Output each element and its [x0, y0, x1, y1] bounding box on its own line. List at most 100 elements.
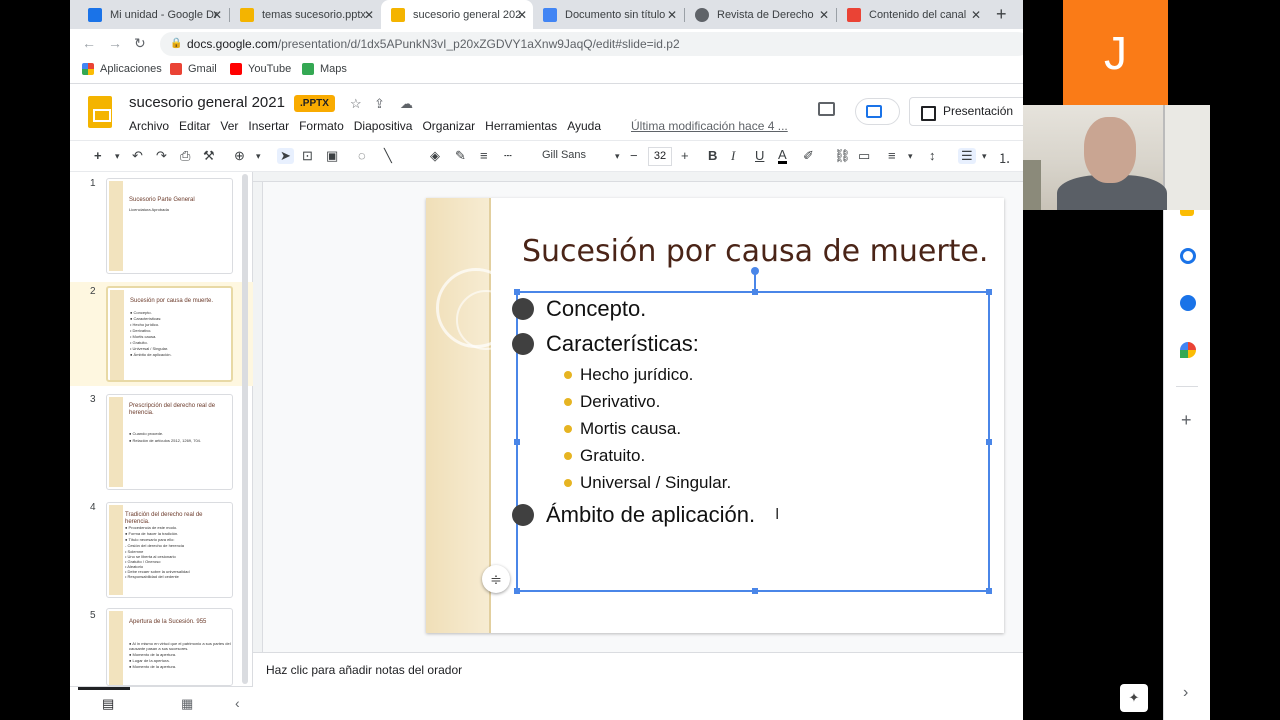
font-size-input[interactable]: 32: [648, 147, 672, 166]
fill-color-icon[interactable]: ◈: [430, 148, 440, 164]
vertical-ruler[interactable]: [253, 182, 263, 652]
bulleted-list-icon[interactable]: ☰: [958, 148, 976, 164]
comment-icon[interactable]: [818, 102, 835, 116]
chevron-down-icon[interactable]: ▾: [615, 151, 620, 162]
bullet-level2[interactable]: Mortis causa.: [564, 419, 681, 439]
close-icon[interactable]: ✕: [667, 8, 677, 22]
select-icon[interactable]: ➤: [277, 148, 294, 164]
bullet-level2[interactable]: Universal / Singular.: [564, 473, 731, 493]
thumbnail-slide-5[interactable]: Apertura de la Sucesión. 955 ● Al in mis…: [106, 608, 233, 686]
shape-icon[interactable]: ◌: [358, 148, 366, 163]
menu-ver[interactable]: Ver: [220, 119, 238, 133]
resize-handle[interactable]: [514, 289, 520, 295]
tab-temas-sucesorio[interactable]: temas sucesorio.pptx ✕: [230, 0, 380, 29]
text-color-icon[interactable]: A: [778, 148, 787, 164]
horizontal-ruler[interactable]: [253, 172, 1023, 182]
add-comment-icon[interactable]: ▭: [858, 148, 870, 164]
menu-herramientas[interactable]: Herramientas: [485, 119, 557, 133]
close-icon[interactable]: ✕: [517, 8, 527, 22]
new-tab-button[interactable]: +: [996, 4, 1007, 25]
bullet-level2[interactable]: Gratuito.: [564, 446, 645, 466]
resize-handle[interactable]: [514, 439, 520, 445]
new-slide-icon[interactable]: +: [94, 148, 102, 163]
rotate-handle[interactable]: [751, 267, 759, 275]
expand-panel-icon[interactable]: ›: [1183, 684, 1188, 702]
close-icon[interactable]: ✕: [364, 8, 374, 22]
resize-handle[interactable]: [986, 588, 992, 594]
line-icon[interactable]: ╲: [384, 148, 392, 164]
border-weight-icon[interactable]: ≡: [480, 148, 488, 163]
bookmark-youtube[interactable]: YouTube: [230, 63, 291, 75]
maps-icon[interactable]: [1180, 342, 1196, 358]
bullet-level1[interactable]: Ámbito de aplicación.: [512, 502, 755, 528]
font-family-select[interactable]: Gill Sans: [542, 149, 586, 161]
numbered-list-icon[interactable]: ⒈: [998, 148, 1011, 167]
chevron-down-icon[interactable]: ▾: [115, 151, 120, 162]
align-icon[interactable]: ≡: [888, 148, 896, 163]
slides-logo-icon[interactable]: [88, 96, 112, 128]
bookmark-gmail[interactable]: Gmail: [170, 63, 217, 75]
chevron-down-icon[interactable]: ▾: [982, 151, 987, 162]
resize-handle[interactable]: [752, 289, 758, 295]
current-slide[interactable]: Sucesión por causa de muerte. Concepto. …: [426, 198, 1004, 633]
italic-icon[interactable]: I: [731, 148, 735, 164]
add-addon-icon[interactable]: +: [1181, 410, 1192, 431]
print-icon[interactable]: ⎙: [180, 148, 190, 164]
border-dash-icon[interactable]: ┄: [504, 148, 512, 164]
menu-organizar[interactable]: Organizar: [422, 119, 475, 133]
zoom-icon[interactable]: ⊕: [234, 148, 245, 164]
bullet-level2[interactable]: Hecho jurídico.: [564, 365, 693, 385]
chevron-down-icon[interactable]: ▾: [908, 151, 913, 162]
forward-icon[interactable]: →: [108, 35, 122, 51]
resize-handle[interactable]: [986, 439, 992, 445]
bookmark-maps[interactable]: Maps: [302, 63, 347, 75]
image-icon[interactable]: ▣: [326, 148, 338, 164]
thumbnail-slide-2[interactable]: Sucesión por causa de muerte. ● Concepto…: [106, 286, 233, 382]
autofit-options-icon[interactable]: ≑: [482, 565, 510, 593]
paint-format-icon[interactable]: ⚒: [203, 148, 215, 164]
menu-archivo[interactable]: Archivo: [129, 119, 169, 133]
collapse-panel-icon[interactable]: ‹: [235, 695, 240, 711]
thumbnail-slide-4[interactable]: Tradición del derecho real de herencia. …: [106, 502, 233, 598]
text-box-icon[interactable]: ⊡: [302, 148, 313, 164]
resize-handle[interactable]: [752, 588, 758, 594]
document-title[interactable]: sucesorio general 2021: [129, 94, 285, 111]
panel-scrollbar[interactable]: [242, 174, 248, 684]
tab-mi-unidad[interactable]: Mi unidad - Google Dr ✕: [78, 0, 228, 29]
bold-icon[interactable]: B: [708, 148, 717, 163]
back-icon[interactable]: ←: [82, 35, 96, 51]
bullet-level1[interactable]: Características:: [512, 331, 699, 357]
slide-title[interactable]: Sucesión por causa de muerte.: [522, 234, 988, 269]
tasks-icon[interactable]: [1180, 248, 1196, 264]
url-field[interactable]: 🔒 docs.google.com/presentation/d/1dx5APu…: [160, 32, 1023, 56]
close-icon[interactable]: ✕: [971, 8, 981, 22]
star-icon[interactable]: ☆: [350, 96, 362, 112]
chevron-down-icon[interactable]: ▾: [256, 151, 261, 162]
menu-formato[interactable]: Formato: [299, 119, 344, 133]
thumbnail-slide-3[interactable]: Prescripción del derecho real de herenci…: [106, 394, 233, 490]
tab-revista[interactable]: Revista de Derecho ✕: [685, 0, 835, 29]
menu-diapositiva[interactable]: Diapositiva: [354, 119, 413, 133]
border-color-icon[interactable]: ✎: [455, 148, 466, 164]
tab-documento[interactable]: Documento sin título ✕: [533, 0, 683, 29]
thumbnail-slide-1[interactable]: Sucesorio Parte General Licenciatura Apr…: [106, 178, 233, 274]
link-icon[interactable]: ⛓: [834, 148, 851, 164]
close-icon[interactable]: ✕: [819, 8, 829, 22]
speaker-notes[interactable]: Haz clic para añadir notas del orador: [253, 652, 1023, 720]
bullet-level1[interactable]: Concepto.: [512, 296, 646, 322]
reload-icon[interactable]: ↻: [134, 35, 146, 52]
underline-icon[interactable]: U: [755, 148, 764, 163]
tab-contenido-canal[interactable]: Contenido del canal ✕: [837, 0, 987, 29]
last-modified-link[interactable]: Última modificación hace 4 ...: [631, 119, 788, 133]
highlight-icon[interactable]: ✐: [803, 148, 814, 164]
resize-handle[interactable]: [514, 588, 520, 594]
decrease-font-icon[interactable]: −: [630, 148, 638, 163]
present-button[interactable]: Presentación: [909, 97, 1023, 126]
explore-icon[interactable]: ✦: [1120, 684, 1148, 712]
menu-editar[interactable]: Editar: [179, 119, 210, 133]
line-spacing-icon[interactable]: ↕: [929, 148, 936, 163]
redo-icon[interactable]: ↷: [156, 148, 167, 164]
grid-view-icon[interactable]: ▦: [181, 696, 193, 712]
resize-handle[interactable]: [986, 289, 992, 295]
close-icon[interactable]: ✕: [212, 8, 222, 22]
